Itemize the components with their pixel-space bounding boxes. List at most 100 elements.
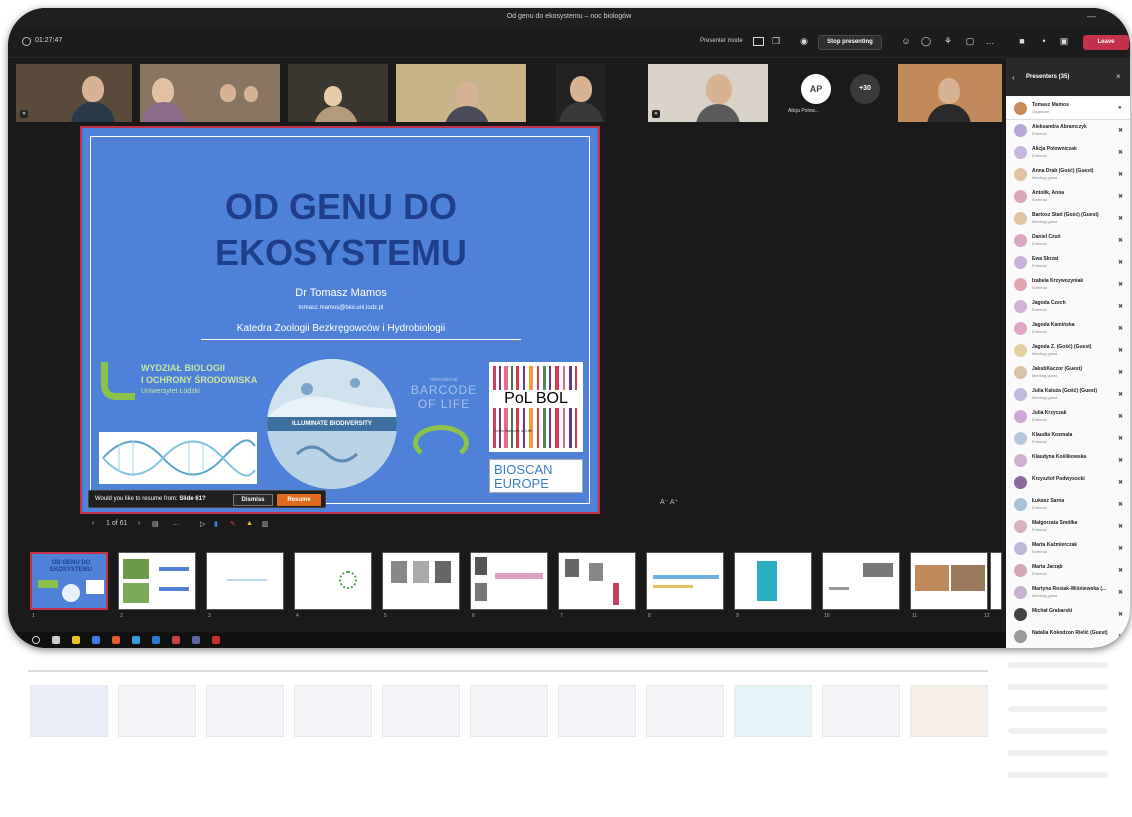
thumbnail-slide[interactable] [118, 552, 196, 610]
thumbnail-slide[interactable] [910, 552, 988, 610]
thumbnail-slide[interactable] [470, 552, 548, 610]
video-tile[interactable] [898, 64, 1002, 122]
presenter-item[interactable]: Julia Krzyczak External ✖ [1006, 406, 1130, 428]
thumbnail-slide[interactable]: OD GENU DO EKOSYSTEMU [30, 552, 108, 610]
people-icon[interactable]: ☺ [900, 36, 912, 47]
bioscan-europe-logo: BIOSCAN EUROPE [489, 459, 583, 493]
more-participants-badge[interactable]: +30 [850, 74, 880, 104]
thumbnail-number: 9 [736, 613, 739, 619]
presenter-item[interactable]: Klaudia Kosmala External ✖ [1006, 428, 1130, 450]
eye-icon[interactable]: ◉ [798, 36, 810, 47]
leave-button[interactable]: Leave [1083, 35, 1129, 50]
minimize-button[interactable]: — [1087, 11, 1096, 21]
more-actions-button[interactable]: … [984, 36, 996, 47]
office-icon[interactable] [172, 636, 180, 644]
presenter-item[interactable]: JakubKaczor (Guest) Meeting guest ✖ [1006, 362, 1130, 384]
thumbnail-slide[interactable] [646, 552, 724, 610]
thumbnail-slide[interactable] [558, 552, 636, 610]
presenter-item[interactable]: Daniel Czuń External ✖ [1006, 230, 1130, 252]
shared-slide[interactable]: OD GENU DO EKOSYSTEMU Dr Tomasz Mamos to… [80, 126, 600, 514]
presenter-item[interactable]: Klaudyna Koślikowska ✖ [1006, 450, 1130, 472]
previous-slide-button[interactable]: ‹ [92, 520, 94, 527]
laser-pointer-icon[interactable]: ▷ [200, 520, 205, 528]
share-icon[interactable]: ▣ [1058, 36, 1070, 47]
presenter-item[interactable]: Anna Drab (Gość) (Guest) Meeting guest ✖ [1006, 164, 1130, 186]
reactions-icon[interactable]: ⚘ [942, 36, 954, 47]
presenter-item[interactable]: Natalia Kokodzon Rielić (Guest) ✖ [1006, 626, 1130, 648]
presenter-item[interactable]: Krzysztof Podwysocki ✖ [1006, 472, 1130, 494]
vscode-icon[interactable] [132, 636, 140, 644]
presenter-name: Klaudyna Koślikowska [1032, 454, 1087, 460]
presenter-item[interactable]: Jagoda Z. (Gość) (Guest) Meeting guest ✖ [1006, 340, 1130, 362]
resume-button[interactable]: Resume [277, 494, 321, 506]
mic-muted-icon: ✖ [1118, 524, 1124, 530]
file-explorer-icon[interactable] [72, 636, 80, 644]
presenter-item[interactable]: Julia Kaluża (Gość) (Guest) Meeting guest… [1006, 384, 1130, 406]
thumbnail-slide[interactable] [990, 552, 1002, 610]
stop-presenting-button[interactable]: Stop presenting [818, 35, 882, 50]
mic-muted-icon: ✖ [1118, 282, 1124, 288]
search-icon[interactable] [32, 636, 40, 644]
thumbnail-slide[interactable] [734, 552, 812, 610]
presenter-item[interactable]: Izabela Krzywozyniak External ✖ [1006, 274, 1130, 296]
video-tile[interactable] [396, 64, 526, 122]
reflection-thumb [118, 685, 196, 737]
presenter-item[interactable]: Antolik, Anna External ✖ [1006, 186, 1130, 208]
presenter-item[interactable]: Tomasz Mamos Organizer ● [1006, 98, 1130, 120]
highlighter-icon[interactable]: ✎ [230, 520, 236, 528]
popout-icon[interactable]: ❐ [770, 36, 782, 47]
video-tile[interactable] [288, 64, 388, 122]
pen-icon[interactable]: ▮ [214, 520, 218, 528]
participant-avatar[interactable]: AP [801, 74, 831, 104]
thumbnail-slide[interactable] [294, 552, 372, 610]
rooms-icon[interactable]: ▢ [964, 36, 976, 47]
presenter-item[interactable]: Michał Grabarski ✖ [1006, 604, 1130, 626]
presenter-item[interactable]: Jagoda Kamińska External ✖ [1006, 318, 1130, 340]
edge-icon[interactable] [92, 636, 100, 644]
barcode-text-line-1: BARCODE [410, 383, 478, 397]
dismiss-button[interactable]: Dismiss [233, 494, 273, 506]
presenter-item[interactable]: Bartosz Stań (Gość) (Guest) Meeting guest… [1006, 208, 1130, 230]
grid-view-icon[interactable]: ▤ [152, 520, 159, 528]
presenter-item[interactable]: Ewa Skrzat External ✖ [1006, 252, 1130, 274]
presenter-item[interactable]: Martyna Rosiak-Wiśniewska (... Meeting gu… [1006, 582, 1130, 604]
avatar [1014, 146, 1027, 159]
presenter-mode-standout-icon[interactable] [753, 37, 764, 46]
avatar [1014, 410, 1027, 423]
bioscan-text-line-2: EUROPE [494, 476, 549, 491]
presenter-item[interactable]: Alicja Polowniczak External ✖ [1006, 142, 1130, 164]
task-view-icon[interactable] [52, 636, 60, 644]
presenter-mode-label[interactable]: Presenter mode [700, 38, 743, 44]
teams-icon[interactable] [192, 636, 200, 644]
video-tile[interactable]: ✕ [16, 64, 132, 122]
video-tile[interactable] [556, 64, 606, 122]
thumbnail-slide[interactable] [822, 552, 900, 610]
eraser-icon[interactable]: ▲ [246, 520, 253, 527]
thumbnail-slide[interactable] [382, 552, 460, 610]
video-tile[interactable] [140, 64, 280, 122]
thumbnail-slide[interactable] [206, 552, 284, 610]
presenter-item[interactable]: Marta Jarząb External ✖ [1006, 560, 1130, 582]
trash-icon[interactable]: ▥ [262, 520, 269, 528]
presenter-role: External [1032, 241, 1047, 246]
microphone-icon[interactable]: • [1038, 36, 1050, 47]
participant-face [244, 86, 258, 102]
presenter-item[interactable]: Łukasz Sarna External ✖ [1006, 494, 1130, 516]
chrome-icon[interactable] [212, 636, 220, 644]
chat-icon[interactable]: ◯ [920, 36, 932, 47]
presenter-role: External [1032, 571, 1047, 576]
close-panel-button[interactable]: × [1116, 72, 1121, 81]
presenter-item[interactable]: Marta Kaźmierczak External ✖ [1006, 538, 1130, 560]
more-options-icon[interactable]: … [172, 520, 179, 527]
presenter-item[interactable]: Jagoda Czech External ✖ [1006, 296, 1130, 318]
camera-icon[interactable]: ■ [1016, 36, 1028, 47]
back-button[interactable]: ‹ [1012, 73, 1015, 82]
presenter-item[interactable]: Aleksandra Abramczyk External ✖ [1006, 120, 1130, 142]
video-tile[interactable]: ✕ [648, 64, 768, 122]
presenter-name: Anna Drab (Gość) (Guest) [1032, 168, 1094, 174]
outlook-icon[interactable] [152, 636, 160, 644]
zoom-controls[interactable]: A⁻ A⁺ [660, 498, 678, 506]
firefox-icon[interactable] [112, 636, 120, 644]
next-slide-button[interactable]: › [138, 520, 140, 527]
presenter-item[interactable]: Małgorzata Smółka External ✖ [1006, 516, 1130, 538]
